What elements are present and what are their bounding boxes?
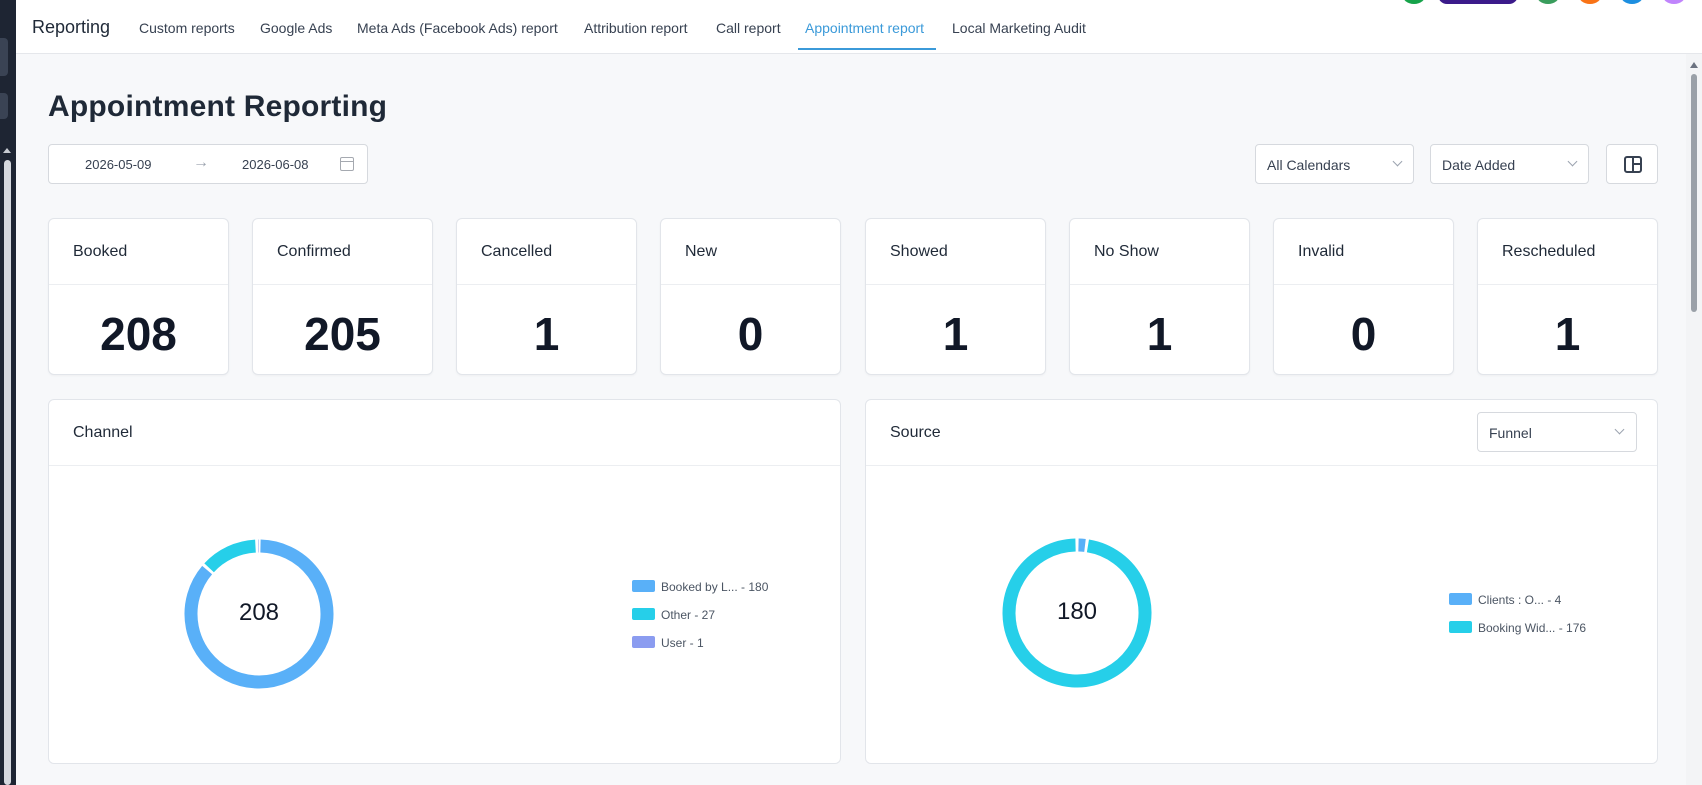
calendar-select-value: All Calendars bbox=[1267, 157, 1351, 173]
panel-divider bbox=[49, 465, 840, 466]
source-title: Source bbox=[890, 424, 941, 441]
card-divider bbox=[1274, 284, 1453, 285]
stat-card-new: New 0 bbox=[660, 218, 841, 375]
tab-custom-reports[interactable]: Custom reports bbox=[139, 20, 235, 36]
avatar[interactable] bbox=[1662, 0, 1686, 4]
source-panel: Source Funnel 180 Clients : O... - 4 Book… bbox=[865, 399, 1658, 764]
rail-item[interactable] bbox=[0, 38, 8, 76]
source-type-select[interactable]: Funnel bbox=[1477, 412, 1637, 452]
stat-card-confirmed: Confirmed 205 bbox=[252, 218, 433, 375]
rail-item[interactable] bbox=[0, 93, 8, 119]
layout-toggle-button[interactable] bbox=[1606, 144, 1658, 184]
legend-swatch bbox=[1449, 621, 1472, 633]
tab-meta-ads[interactable]: Meta Ads (Facebook Ads) report bbox=[357, 20, 558, 36]
date-end[interactable]: 2026-06-08 bbox=[242, 157, 309, 172]
channel-title: Channel bbox=[73, 424, 133, 441]
source-total: 180 bbox=[1056, 598, 1098, 625]
stat-value: 0 bbox=[737, 308, 764, 360]
scroll-up-icon[interactable] bbox=[1690, 62, 1698, 68]
active-tab-indicator bbox=[798, 48, 936, 50]
avatar[interactable] bbox=[1578, 0, 1602, 4]
calendar-select[interactable]: All Calendars bbox=[1255, 144, 1414, 184]
tab-appointment-report[interactable]: Appointment report bbox=[805, 20, 924, 36]
panel-divider bbox=[866, 465, 1657, 466]
header-pill-button[interactable] bbox=[1438, 0, 1518, 4]
app-sidebar-rail bbox=[0, 0, 16, 785]
card-divider bbox=[253, 284, 432, 285]
stat-value: 1 bbox=[942, 308, 969, 360]
stat-card-invalid: Invalid 0 bbox=[1273, 218, 1454, 375]
avatar[interactable] bbox=[1536, 0, 1560, 4]
stat-value: 1 bbox=[1554, 308, 1581, 360]
chevron-down-icon bbox=[1392, 156, 1403, 167]
rail-scrollbar[interactable] bbox=[4, 160, 11, 785]
stat-label: Showed bbox=[890, 243, 948, 260]
date-type-select[interactable]: Date Added bbox=[1430, 144, 1589, 184]
legend-swatch bbox=[632, 580, 655, 592]
stat-label: Confirmed bbox=[277, 243, 351, 260]
chevron-down-icon bbox=[1567, 156, 1578, 167]
stat-label: Invalid bbox=[1298, 243, 1345, 260]
page-scrollbar-thumb[interactable] bbox=[1691, 74, 1697, 312]
donut-slice-channel-1[interactable] bbox=[204, 539, 257, 573]
date-type-select-value: Date Added bbox=[1442, 157, 1516, 173]
stat-label: Booked bbox=[73, 243, 128, 260]
stat-card-booked: Booked 208 bbox=[48, 218, 229, 375]
layout-icon bbox=[1624, 156, 1642, 173]
stat-label: New bbox=[685, 243, 718, 260]
card-divider bbox=[661, 284, 840, 285]
brand-title: Reporting bbox=[32, 17, 111, 37]
stat-label: Rescheduled bbox=[1502, 243, 1596, 260]
chevron-down-icon bbox=[1614, 424, 1625, 435]
legend-label: User - 1 bbox=[661, 636, 704, 650]
legend-label: Booking Wid... - 176 bbox=[1478, 621, 1587, 635]
stat-value: 1 bbox=[1146, 308, 1173, 360]
stat-label: No Show bbox=[1094, 243, 1159, 260]
legend-swatch bbox=[632, 636, 655, 648]
stat-value: 208 bbox=[100, 308, 177, 360]
top-nav: Reporting Custom reports Google Ads Meta… bbox=[16, 0, 1702, 54]
tab-attribution-report[interactable]: Attribution report bbox=[584, 20, 688, 36]
stat-card-cancelled: Cancelled 1 bbox=[456, 218, 637, 375]
avatar[interactable] bbox=[1620, 0, 1644, 4]
card-divider bbox=[1070, 284, 1249, 285]
page-title: Appointment Reporting bbox=[48, 90, 388, 123]
legend-label: Booked by L... - 180 bbox=[661, 580, 769, 594]
legend-label: Clients : O... - 4 bbox=[1478, 593, 1562, 607]
card-divider bbox=[49, 284, 228, 285]
card-divider bbox=[866, 284, 1045, 285]
legend-swatch bbox=[632, 608, 655, 620]
source-type-select-value: Funnel bbox=[1489, 425, 1532, 441]
stat-card-rescheduled: Rescheduled 1 bbox=[1477, 218, 1658, 375]
channel-panel: Channel 208 Booked by L... - 180 Other - … bbox=[48, 399, 841, 764]
avatar[interactable] bbox=[1402, 0, 1426, 4]
stat-value: 1 bbox=[533, 308, 560, 360]
date-range-picker[interactable]: 2026-05-09 → 2026-06-08 bbox=[48, 144, 368, 184]
rail-scroll-up-icon[interactable] bbox=[3, 148, 11, 153]
tab-local-marketing-audit[interactable]: Local Marketing Audit bbox=[952, 20, 1086, 36]
stat-card-no-show: No Show 1 bbox=[1069, 218, 1250, 375]
arrow-right-icon: → bbox=[193, 154, 209, 171]
stat-card-showed: Showed 1 bbox=[865, 218, 1046, 375]
stat-value: 0 bbox=[1350, 308, 1377, 360]
date-start[interactable]: 2026-05-09 bbox=[85, 157, 152, 172]
card-divider bbox=[1478, 284, 1657, 285]
stat-value: 205 bbox=[304, 308, 381, 360]
channel-total: 208 bbox=[238, 599, 280, 626]
stat-label: Cancelled bbox=[481, 243, 553, 260]
legend-label: Other - 27 bbox=[661, 608, 716, 622]
card-divider bbox=[457, 284, 636, 285]
tab-google-ads[interactable]: Google Ads bbox=[260, 20, 332, 36]
legend-swatch bbox=[1449, 593, 1472, 605]
tab-call-report[interactable]: Call report bbox=[716, 20, 781, 36]
calendar-icon[interactable] bbox=[340, 157, 354, 171]
